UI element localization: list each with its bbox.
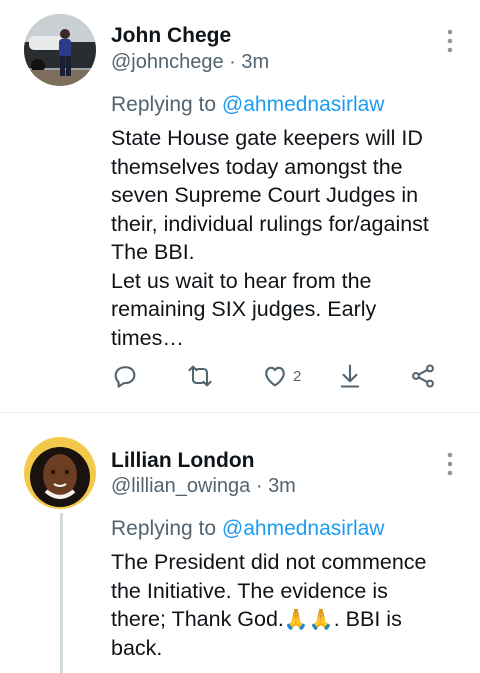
avatar-lillian-london[interactable] [24, 437, 96, 509]
like-icon [265, 366, 285, 387]
action-bar: 2 [111, 358, 451, 394]
reply-icon [114, 366, 136, 388]
tweet-john-chege[interactable]: John Chege @johnchege · 3m Replying to @… [0, 0, 480, 412]
tweet-lillian-london[interactable]: Lillian London @lillian_owinga · 3m Repl… [0, 413, 480, 673]
download-icon [340, 364, 360, 388]
retweet-icon [188, 365, 212, 387]
tweet-time[interactable]: 3m [268, 475, 296, 497]
download-button[interactable] [336, 358, 364, 394]
like-count: 2 [293, 367, 302, 385]
author-meta: @johnchege · 3m [111, 51, 269, 74]
meta-separator: · [250, 475, 269, 497]
like-button[interactable]: 2 [261, 358, 301, 394]
thread-line [60, 513, 63, 673]
replying-to-label: Replying to [111, 517, 222, 540]
author-handle[interactable]: @lillian_owinga [111, 475, 250, 497]
author-handle[interactable]: @johnchege [111, 51, 224, 73]
author-meta: @lillian_owinga · 3m [111, 475, 296, 498]
replying-to-mention[interactable]: @ahmednasirlaw [222, 517, 385, 540]
author-name[interactable]: John Chege [111, 24, 231, 48]
avatar-john-chege[interactable] [24, 14, 96, 86]
share-button[interactable] [409, 358, 437, 394]
retweet-button[interactable] [186, 358, 214, 394]
author-name[interactable]: Lillian London [111, 449, 254, 473]
tweet-text: State House gate keepers will ID themsel… [111, 126, 429, 350]
replying-to-mention[interactable]: @ahmednasirlaw [222, 93, 385, 116]
replying-to-label: Replying to [111, 93, 222, 116]
tweet-time[interactable]: 3m [241, 51, 269, 73]
praying-hands-emoji: 🙏🙏 [283, 609, 334, 631]
share-icon [412, 364, 434, 388]
more-options-icon[interactable] [436, 449, 464, 479]
tweet-text: The President did not commence the Initi… [111, 548, 471, 662]
meta-separator: · [223, 51, 242, 73]
replying-to: Replying to @ahmednasirlaw [111, 517, 384, 541]
reply-button[interactable] [111, 358, 139, 394]
more-options-icon[interactable] [436, 26, 464, 56]
replying-to: Replying to @ahmednasirlaw [111, 93, 384, 117]
